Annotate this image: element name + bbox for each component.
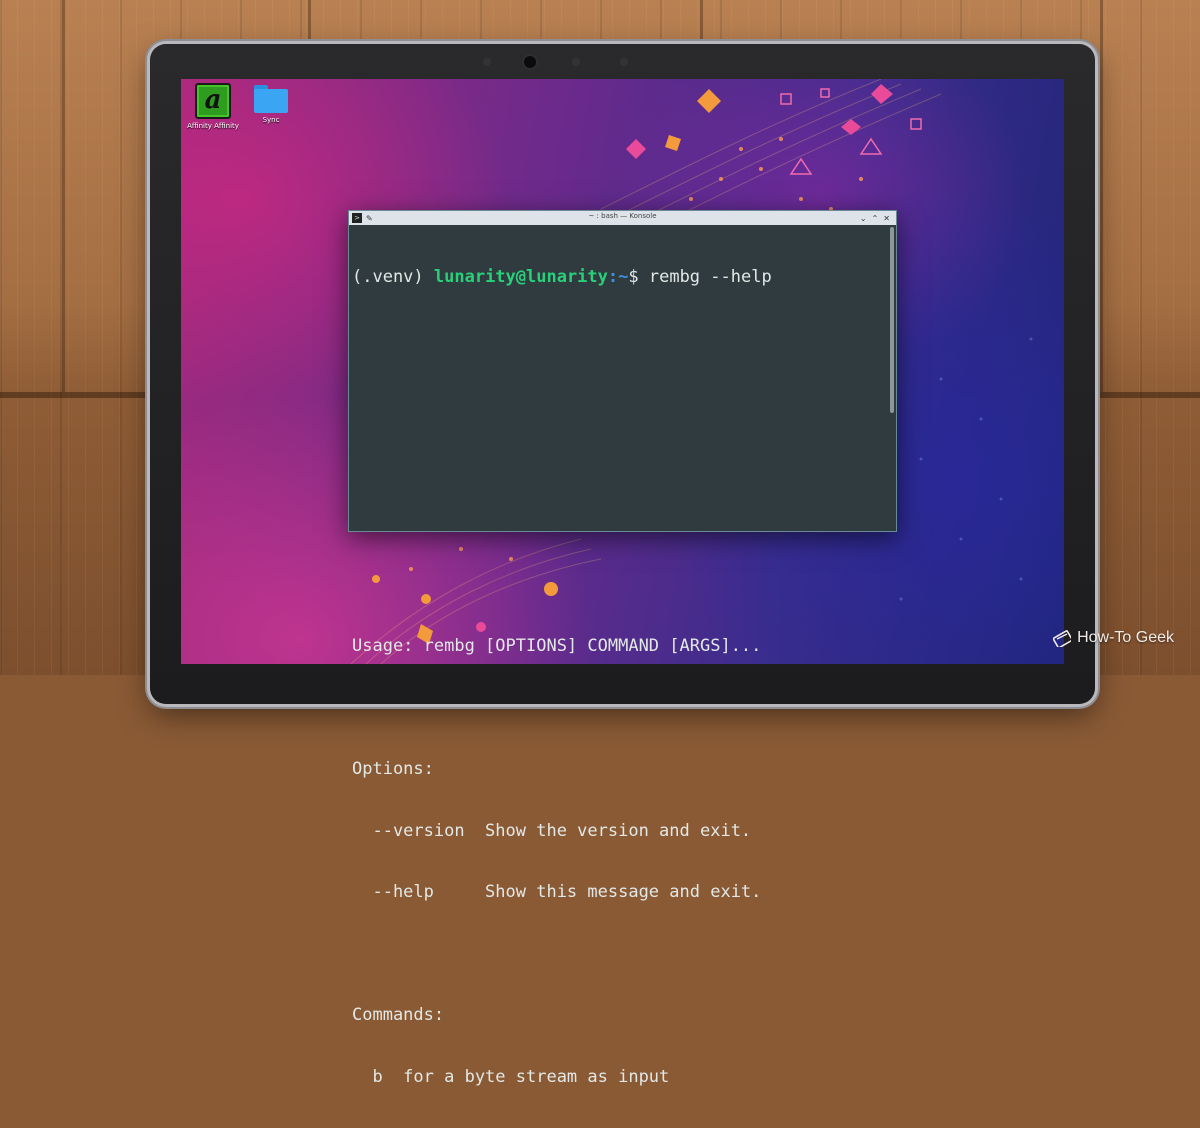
prompt-path: :~ — [607, 267, 629, 287]
terminal-line: Commands: — [352, 1005, 445, 1025]
sensor-dot — [572, 58, 580, 66]
prompt-venv: (.venv) — [352, 267, 434, 287]
terminal-output[interactable]: (.venv) lunarity@lunarity:~$ rembg --hel… — [352, 226, 886, 1087]
prompt-symbol: $ — [628, 267, 639, 287]
watermark-text: How-To Geek — [1077, 629, 1174, 646]
affinity-app-icon: a — [195, 83, 231, 119]
howtogeek-logo-icon — [1053, 630, 1072, 647]
plank-seam — [700, 0, 703, 44]
webcam — [524, 56, 536, 68]
folder-icon — [254, 85, 288, 113]
terminal-line: Options: — [352, 759, 434, 779]
window-titlebar[interactable]: > ✎ ~ : bash — Konsole ⌄ ⌃ ✕ — [349, 211, 896, 225]
terminal-line: Usage: rembg [OPTIONS] COMMAND [ARGS]... — [352, 636, 762, 656]
terminal-line: b for a byte stream as input — [352, 1066, 670, 1087]
terminal-scrollbar[interactable] — [890, 227, 894, 413]
sensor-dot — [620, 58, 628, 66]
howtogeek-watermark: How-To Geek — [1053, 629, 1174, 647]
terminal-prompt-line: (.venv) lunarity@lunarity:~$ rembg --hel… — [352, 267, 886, 288]
terminal-line: --version Show the version and exit. — [352, 820, 752, 841]
konsole-window[interactable]: > ✎ ~ : bash — Konsole ⌄ ⌃ ✕ (.venv) lun… — [348, 210, 897, 1087]
terminal-line: --help Show this message and exit. — [352, 882, 762, 902]
window-title: ~ : bash — Konsole — [588, 212, 657, 220]
prompt-command: rembg --help — [638, 267, 772, 287]
plank-seam — [308, 0, 311, 44]
sensor-dot — [483, 58, 491, 66]
desktop-icon-label: Sync — [262, 116, 280, 124]
prompt-user-host: lunarity@lunarity — [433, 267, 608, 287]
plank-seam — [1100, 0, 1103, 392]
plank-seam — [62, 0, 65, 392]
desktop-icon-sync[interactable]: Sync — [236, 85, 306, 124]
